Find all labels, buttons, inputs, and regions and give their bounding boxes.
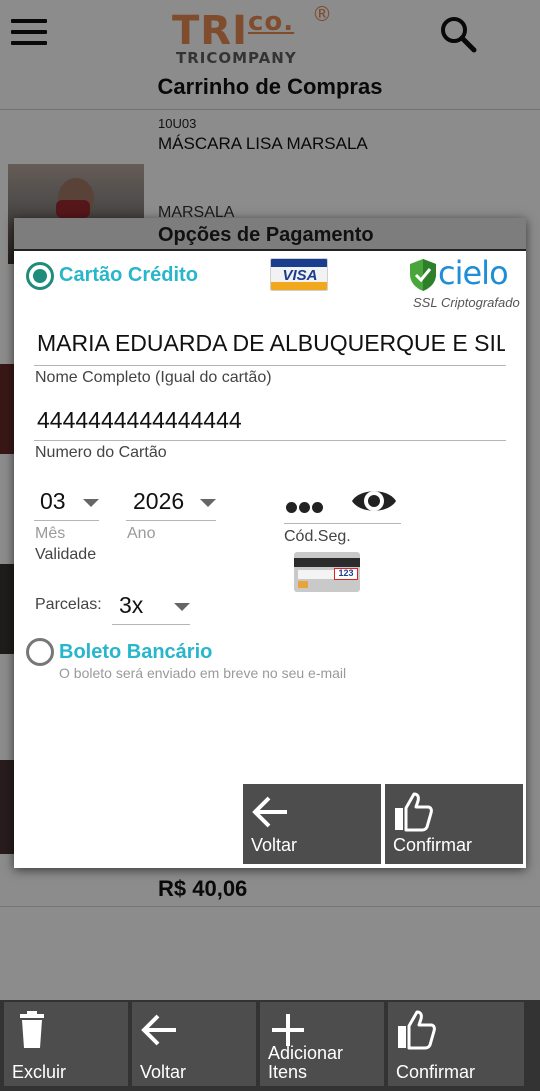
- visa-logo: VISA: [270, 258, 328, 291]
- dialog-title: Opções de Pagamento: [158, 224, 374, 246]
- installments-underline: [112, 624, 190, 625]
- back-button[interactable]: Voltar: [132, 1002, 256, 1086]
- add-items-label: Adicionar Itens: [268, 1043, 344, 1082]
- expiry-label: Validade: [35, 546, 97, 563]
- dialog-back-button[interactable]: Voltar: [243, 784, 381, 864]
- credit-card-radio[interactable]: [26, 262, 54, 290]
- chevron-down-icon: [83, 499, 99, 507]
- ssl-text: SSL Criptografado: [413, 295, 520, 310]
- card-number-label: Numero do Cartão: [35, 444, 167, 461]
- boleto-hint: O boleto será enviado em breve no seu e-…: [59, 665, 347, 681]
- thumbs-up-icon: [398, 1010, 436, 1050]
- delete-label: Excluir: [12, 1062, 67, 1082]
- expiry-year-value: 2026: [133, 488, 185, 514]
- expiry-month-underline: [34, 520, 99, 521]
- expiry-year-underline: [126, 520, 216, 521]
- add-items-button[interactable]: Adicionar Itens: [260, 1002, 384, 1086]
- dialog-header: Opções de Pagamento: [14, 218, 526, 251]
- chevron-down-icon: [200, 499, 216, 507]
- confirm-button[interactable]: Confirmar: [388, 1002, 524, 1086]
- card-number-input[interactable]: 4444444444444444: [37, 407, 505, 434]
- security-shield-icon: [410, 259, 436, 291]
- arrow-left-icon: [252, 796, 287, 828]
- dialog-back-label: Voltar: [251, 835, 298, 855]
- boleto-label[interactable]: Boleto Bancário: [59, 641, 212, 664]
- cielo-logo: cielo: [438, 254, 509, 292]
- thumbs-up-icon: [395, 792, 433, 832]
- installments-value: 3x: [119, 592, 144, 618]
- credit-card-label[interactable]: Cartão Crédito: [59, 264, 198, 287]
- confirm-label: Confirmar: [396, 1062, 476, 1082]
- cvv-hint-image: 123: [294, 552, 360, 592]
- installments-label: Parcelas:: [35, 596, 102, 613]
- dialog-confirm-label: Confirmar: [393, 835, 473, 855]
- security-code-label: Cód.Seg.: [284, 528, 351, 545]
- expiry-month-value: 03: [40, 488, 66, 514]
- back-label: Voltar: [140, 1062, 187, 1082]
- full-name-underline: [34, 365, 506, 366]
- boleto-radio[interactable]: [26, 638, 54, 666]
- trash-icon: [20, 1011, 44, 1048]
- dialog-confirm-button[interactable]: Confirmar: [385, 784, 523, 864]
- expiry-month-label: Mês: [35, 525, 66, 542]
- arrow-left-icon: [141, 1014, 176, 1046]
- full-name-label: Nome Completo (Igual do cartão): [35, 369, 272, 386]
- payment-options-dialog: Opções de Pagamento Cartão Crédito VISA …: [14, 218, 526, 868]
- expiry-year-label: Ano: [127, 525, 156, 542]
- security-code-input[interactable]: [286, 500, 326, 513]
- full-name-input[interactable]: MARIA EDUARDA DE ALBUQUERQUE E SILVA: [37, 330, 505, 357]
- delete-button[interactable]: Excluir: [4, 1002, 128, 1086]
- security-code-underline: [284, 523, 401, 524]
- chevron-down-icon: [174, 603, 190, 611]
- eye-icon[interactable]: [350, 484, 398, 518]
- card-number-underline: [34, 440, 506, 441]
- bottom-toolbar: Excluir Voltar Adicionar Itens Confirmar: [0, 1000, 540, 1091]
